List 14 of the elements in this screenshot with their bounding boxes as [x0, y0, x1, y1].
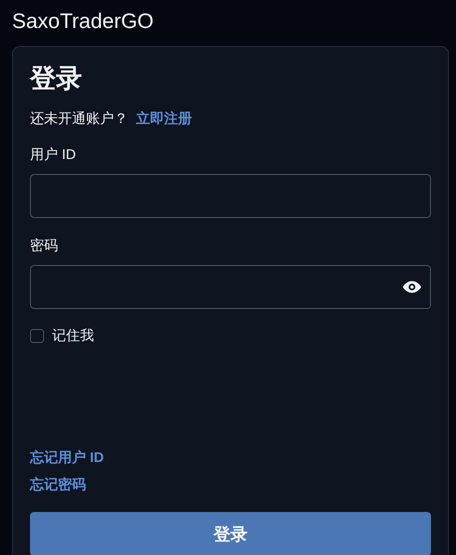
- login-heading: 登录: [30, 62, 82, 95]
- field-label: 用户 ID: [30, 145, 76, 163]
- field-label: 密码: [30, 236, 58, 254]
- forgot-link[interactable]: 忘记用户 ID: [30, 448, 104, 466]
- password-field[interactable]: [30, 265, 431, 309]
- signup-prompt: 还未开通账户？: [30, 109, 128, 127]
- signup-link[interactable]: 立即注册: [136, 109, 192, 127]
- app-title: SaxoTraderGO: [12, 9, 154, 35]
- login-button[interactable]: 登录: [30, 512, 431, 555]
- remember-checkbox[interactable]: [30, 329, 44, 343]
- remember-label: 记住我: [52, 327, 94, 345]
- show-password-icon[interactable]: [402, 280, 422, 294]
- user-id-field[interactable]: [30, 174, 431, 218]
- forgot-link[interactable]: 忘记密码: [30, 475, 86, 493]
